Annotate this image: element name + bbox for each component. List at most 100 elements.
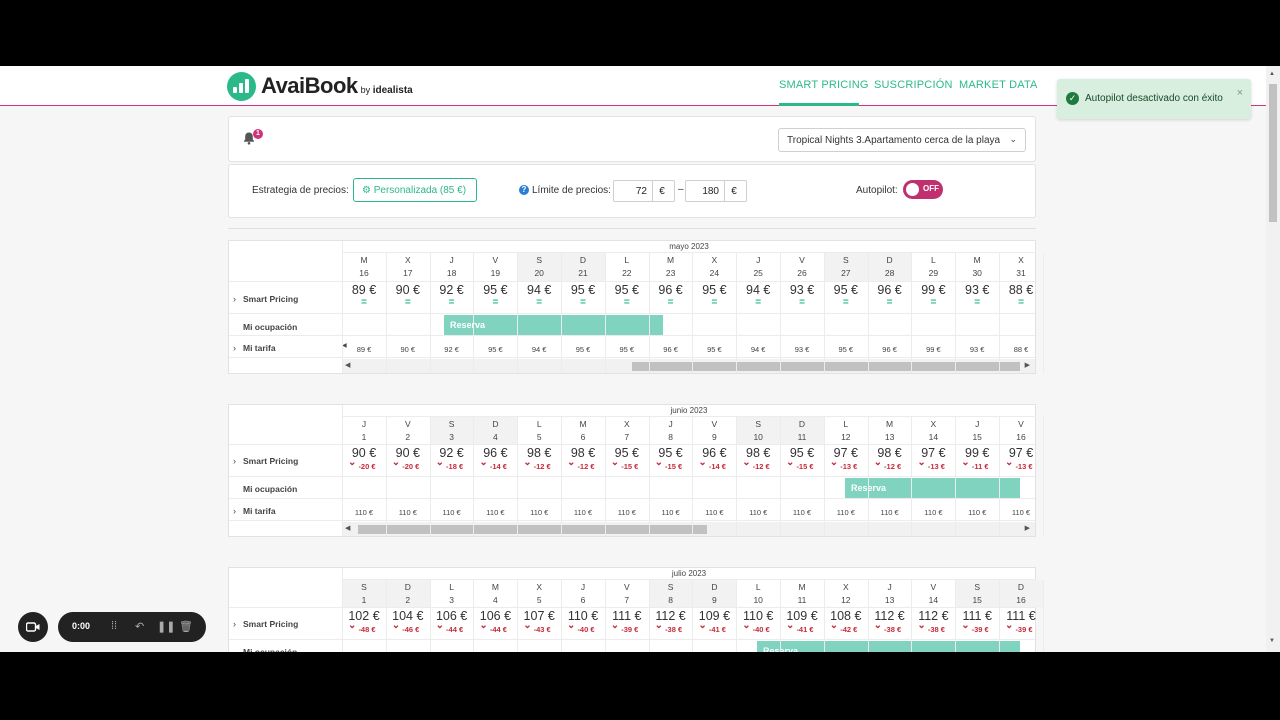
weekday-letter: S [361,582,367,592]
day-number: 31 [1016,268,1026,278]
row-label-smart-pricing[interactable]: › Smart Pricing [229,619,342,629]
nav-smart-pricing[interactable]: SMART PRICING [779,79,869,91]
day-column[interactable]: J 25 94 € = 94 € [736,241,780,373]
chevron-right-icon: › [233,456,236,466]
day-column[interactable]: D 16 111 € -39 € ⌄ [999,568,1043,652]
currency-euro: € [724,181,743,201]
day-column[interactable]: J 6 110 € -40 € ⌄ [561,568,605,652]
double-chevron-down-icon: ⌄ [917,620,926,631]
camera-button[interactable] [18,612,48,642]
day-column[interactable]: V 16 97 € -13 € ⌄ 110 € [999,405,1043,536]
row-label-tarifa[interactable]: › Mi tarifa [229,506,342,516]
day-column[interactable]: J 15 99 € -11 € ⌄ 110 € [955,405,999,536]
tarifa-value: 110 € [617,508,636,517]
day-column[interactable]: X 31 88 € = 88 € [999,241,1043,373]
nav-suscripcion[interactable]: SUSCRIPCIÓN [874,79,953,91]
day-column[interactable]: D 11 95 € -15 € ⌄ 110 € [780,405,824,536]
day-column[interactable]: M 4 106 € -44 € ⌄ [473,568,517,652]
day-column[interactable]: S 3 92 € -18 € ⌄ 110 € [430,405,474,536]
day-column[interactable]: D 28 96 € = 96 € [868,241,912,373]
row-label-tarifa[interactable]: › Mi tarifa [229,343,342,353]
tarifa-value: 95 € [838,345,854,354]
day-column[interactable]: J 1 90 € -20 € ⌄ 110 € [342,405,386,536]
day-column[interactable]: J 13 112 € -38 € ⌄ [868,568,912,652]
avaibook-logo[interactable]: AvaiBook by idealista [227,71,413,101]
day-column[interactable]: V 2 90 € -20 € ⌄ 110 € [386,405,430,536]
day-column[interactable]: L 12 97 € -13 € ⌄ 110 € [824,405,868,536]
day-column[interactable]: L 22 95 € = 95 € [605,241,649,373]
double-chevron-down-icon: ⌄ [348,457,357,468]
day-column[interactable]: V 9 96 € -14 € ⌄ 110 € [692,405,736,536]
day-column[interactable]: X 7 95 € -15 € ⌄ 110 € [605,405,649,536]
day-number: 5 [536,432,542,442]
day-column[interactable]: X 12 108 € -42 € ⌄ [824,568,868,652]
day-column[interactable]: M 23 96 € = 96 € [649,241,693,373]
min-price-input[interactable]: 72 € [613,180,675,202]
day-column[interactable]: L 3 106 € -44 € ⌄ [430,568,474,652]
day-column[interactable]: M 11 109 € -41 € ⌄ [780,568,824,652]
max-price-input[interactable]: 180 € [685,180,747,202]
day-column[interactable]: J 8 95 € -15 € ⌄ 110 € [649,405,693,536]
day-column[interactable]: M 13 98 € -12 € ⌄ 110 € [868,405,912,536]
weekday-letter: X [1018,255,1024,265]
strategy-button[interactable]: ⚙ Personalizada (85 €) [353,178,477,202]
brand-partner: by idealista [361,85,413,96]
strategy-label: Estrategia de precios: [252,185,349,196]
day-column[interactable]: D 4 96 € -14 € ⌄ 110 € [473,405,517,536]
day-column[interactable]: D 2 104 € -46 € ⌄ [386,568,430,652]
day-column[interactable]: M 16 89 € = 89 € [342,241,386,373]
scrollbar-thumb[interactable] [1269,84,1277,222]
day-column[interactable]: S 27 95 € = 95 € [824,241,868,373]
pause-icon[interactable]: ❚❚ [157,620,175,633]
autopilot-toggle[interactable]: OFF [903,180,943,199]
property-select[interactable]: Tropical Nights 3.Apartamento cerca de l… [778,128,1026,152]
day-column[interactable]: X 24 95 € = 95 € [692,241,736,373]
toast-message: Autopilot desactivado con éxito [1085,93,1223,104]
grid-icon[interactable]: ⁞⁞ [111,620,117,632]
day-column[interactable]: X 14 97 € -13 € ⌄ 110 € [911,405,955,536]
page-scrollbar[interactable]: ▲ ▼ [1266,66,1280,652]
scroll-up-arrow-icon[interactable]: ▲ [1269,71,1275,77]
day-column[interactable]: V 26 93 € = 93 € [780,241,824,373]
day-column[interactable]: D 21 95 € = 95 € [561,241,605,373]
day-column[interactable]: V 19 95 € = 95 € [473,241,517,373]
day-column[interactable]: V 7 111 € -39 € ⌄ [605,568,649,652]
day-number: 29 [928,268,939,278]
weekday-letter: V [1018,419,1024,429]
help-icon[interactable]: ? [519,185,529,195]
nav-market-data[interactable]: MARKET DATA [959,79,1038,91]
pricing-controls: Estrategia de precios: ⚙ Personalizada (… [228,164,1036,218]
smart-price: 96 € [658,283,683,297]
day-column[interactable]: S 8 112 € -38 € ⌄ [649,568,693,652]
day-column[interactable]: D 9 109 € -41 € ⌄ [692,568,736,652]
day-column[interactable]: M 30 93 € = 93 € [955,241,999,373]
day-column[interactable]: L 29 99 € = 99 € [911,241,955,373]
row-label-smart-pricing[interactable]: › Smart Pricing [229,456,342,466]
day-column[interactable]: S 20 94 € = 94 € [517,241,561,373]
day-column[interactable]: V 14 112 € -38 € ⌄ [911,568,955,652]
weekday-letter: M [973,255,981,265]
day-column[interactable]: J 18 92 € = 92 € [430,241,474,373]
toast-close-button[interactable]: × [1237,87,1243,99]
day-number: 2 [405,595,411,605]
double-chevron-down-icon: ⌄ [654,620,663,631]
day-column[interactable]: L 5 98 € -12 € ⌄ 110 € [517,405,561,536]
day-column[interactable]: S 10 98 € -12 € ⌄ 110 € [736,405,780,536]
scroll-down-arrow-icon[interactable]: ▼ [1269,638,1275,644]
day-column[interactable]: S 15 111 € -39 € ⌄ [955,568,999,652]
undo-icon[interactable]: ↶ [135,620,144,633]
weekday-letter: V [799,255,805,265]
day-column[interactable]: M 6 98 € -12 € ⌄ 110 € [561,405,605,536]
day-column[interactable]: S 1 102 € -48 € ⌄ [342,568,386,652]
min-price-value: 72 [635,186,647,197]
trash-icon[interactable]: 🗑 [179,620,193,633]
day-number: 11 [797,595,807,605]
row-label-smart-pricing[interactable]: › Smart Pricing [229,294,342,304]
day-number: 2 [405,432,411,442]
day-column[interactable]: L 10 110 € -40 € ⌄ [736,568,780,652]
column-divider [1042,417,1044,536]
day-number: 6 [580,432,586,442]
day-column[interactable]: X 5 107 € -43 € ⌄ [517,568,561,652]
day-number: 4 [493,432,498,442]
day-column[interactable]: X 17 90 € = 90 € [386,241,430,373]
